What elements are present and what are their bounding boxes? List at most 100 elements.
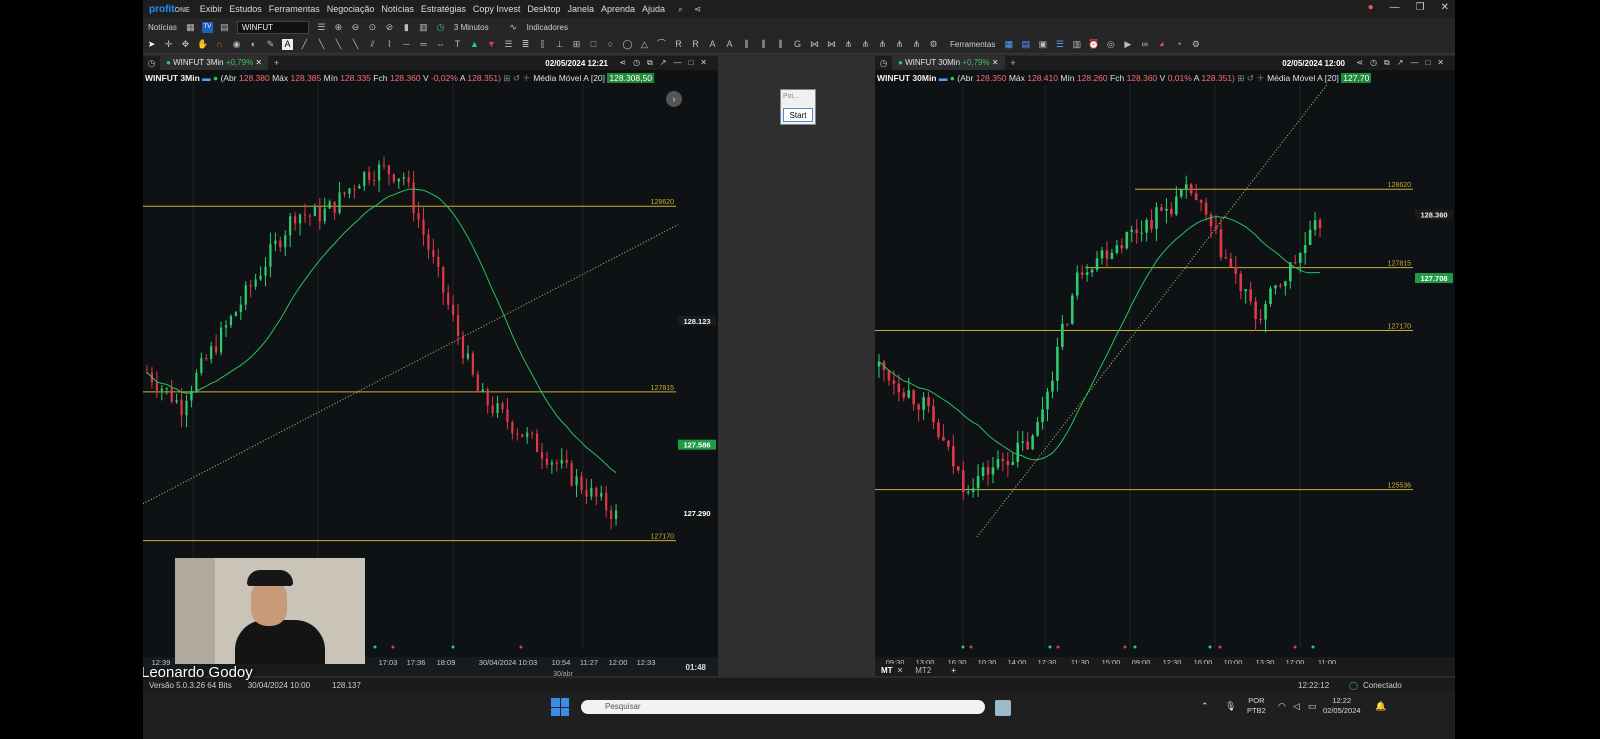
start-button[interactable]: Start xyxy=(783,108,813,122)
add-workspace-icon[interactable]: + xyxy=(951,666,956,675)
gann-icon[interactable]: ⋈ xyxy=(809,39,820,50)
taskbar-app-icon[interactable] xyxy=(995,700,1011,716)
arrow-up-icon[interactable]: ▲ xyxy=(469,39,480,50)
user-avatar-icon[interactable]: ● xyxy=(1368,2,1374,13)
measure-icon[interactable]: ⊥ xyxy=(554,39,565,50)
taskbar-search[interactable]: Pesquisar xyxy=(581,700,985,714)
tool-chart-icon[interactable]: ▥ xyxy=(1071,39,1082,50)
path-icon[interactable]: ⌒ xyxy=(656,39,667,50)
layout-icon[interactable]: ▥ xyxy=(418,22,429,33)
menu-aprenda[interactable]: Aprenda xyxy=(601,4,635,14)
tool-glasses-icon[interactable]: ∞ xyxy=(1139,39,1150,50)
crosshair-icon[interactable]: ✛ xyxy=(163,39,174,50)
tool-target-icon[interactable]: ◎ xyxy=(1105,39,1116,50)
cursor-icon[interactable]: ➤ xyxy=(146,39,157,50)
system-clock[interactable]: 12:22 02/05/2024 xyxy=(1323,696,1361,716)
tool-pie2-icon[interactable]: ◔ xyxy=(1173,39,1184,50)
rect-icon[interactable]: □ xyxy=(588,39,599,50)
menu-janela[interactable]: Janela xyxy=(567,4,594,14)
indicators-button[interactable]: Indicadores xyxy=(527,23,568,32)
calculator-icon[interactable]: ▦ xyxy=(185,22,196,33)
pitchfork3-icon[interactable]: ⋔ xyxy=(877,39,888,50)
battery-icon[interactable]: ▭ xyxy=(1308,701,1317,712)
pitchfork4-icon[interactable]: ⋔ xyxy=(894,39,905,50)
magnet-icon[interactable]: ∩ xyxy=(214,39,225,50)
clock-icon[interactable]: ◷ xyxy=(435,22,446,33)
right-clock-icon[interactable]: ◷ xyxy=(878,58,889,69)
bars3-icon[interactable]: ⫼ xyxy=(775,39,786,50)
language-indicator[interactable]: POR PTB2 xyxy=(1247,696,1266,716)
close-icon[interactable]: ✕ xyxy=(1441,2,1449,13)
indicator-icon[interactable]: ∿ xyxy=(508,22,519,33)
minimize-icon[interactable]: — xyxy=(1390,2,1400,13)
search-icon[interactable]: ⌕ xyxy=(675,4,686,15)
menu-desktop[interactable]: Desktop xyxy=(527,4,560,14)
menu-estudos[interactable]: Estudos xyxy=(229,4,262,14)
wifi-icon[interactable]: ◠ xyxy=(1278,701,1286,712)
zoom-fit-icon[interactable]: ⊙ xyxy=(367,22,378,33)
menu-ajuda[interactable]: Ajuda xyxy=(642,4,665,14)
text-tool-icon[interactable]: T xyxy=(452,39,463,50)
news-button[interactable]: Notícias xyxy=(148,23,177,32)
mic-icon[interactable]: 🎙 xyxy=(1225,701,1236,712)
fib-time-icon[interactable]: ⫿ xyxy=(537,39,548,50)
left-panel-controls[interactable]: ⋖◷⧉↗—□✕ xyxy=(619,58,714,68)
pitchfork2-icon[interactable]: ⋔ xyxy=(860,39,871,50)
left-clock-icon[interactable]: ◷ xyxy=(146,58,157,69)
zoom-in-icon[interactable]: ⊕ xyxy=(333,22,344,33)
tool-pie-icon[interactable]: ◕ xyxy=(1156,39,1167,50)
box-icon[interactable]: ⊞ xyxy=(571,39,582,50)
tool-play-icon[interactable]: ▶ xyxy=(1122,39,1133,50)
channel-icon[interactable]: ⫽ xyxy=(367,39,378,50)
menu-negociacao[interactable]: Negociação xyxy=(327,4,375,14)
right-candle-chart[interactable]: 129.500129.000128.500128.000127.500127.0… xyxy=(875,84,1455,676)
pencil-icon[interactable]: ✎ xyxy=(265,39,276,50)
notification-icon[interactable]: 🔔 xyxy=(1375,701,1386,712)
menu-noticias[interactable]: Notícias xyxy=(381,4,414,14)
letter-a-icon[interactable]: A xyxy=(707,39,718,50)
eye-icon[interactable]: ◉ xyxy=(231,39,242,50)
windows-start-icon[interactable] xyxy=(551,698,569,716)
bars-icon[interactable]: ⫼ xyxy=(741,39,752,50)
left-chart-tab[interactable]: ● WINFUT 3Min +0,79% ✕ xyxy=(160,56,269,70)
scroll-right-icon[interactable]: › xyxy=(666,91,682,107)
brush-icon[interactable]: ╱ xyxy=(299,39,310,50)
menu-exibir[interactable]: Exibir xyxy=(200,4,223,14)
letter-g-icon[interactable]: G xyxy=(792,39,803,50)
volume-icon[interactable]: ◁ xyxy=(1293,701,1300,712)
gann2-icon[interactable]: ⋈ xyxy=(826,39,837,50)
right-add-tab-icon[interactable]: + xyxy=(1008,58,1019,69)
menu-estrategias[interactable]: Estratégias xyxy=(421,4,466,14)
tool-list-icon[interactable]: ☰ xyxy=(1054,39,1065,50)
left-add-tab-icon[interactable]: + xyxy=(271,58,282,69)
pitchfork-icon[interactable]: ⋔ xyxy=(843,39,854,50)
bar-chart-icon[interactable]: ▮ xyxy=(401,22,412,33)
menu-copy-invest[interactable]: Copy Invest xyxy=(473,4,521,14)
maximize-icon[interactable]: ❐ xyxy=(1416,2,1425,13)
zoom-out-icon[interactable]: ⊖ xyxy=(350,22,361,33)
tool-window-icon[interactable]: ▣ xyxy=(1037,39,1048,50)
timeframe-selector[interactable]: 3 Minutos xyxy=(454,23,489,32)
tv-icon[interactable]: TV xyxy=(201,21,213,33)
letter-r-icon[interactable]: R xyxy=(673,39,684,50)
fibonacci-icon[interactable]: ☰ xyxy=(503,39,514,50)
line-icon[interactable]: ╲ xyxy=(316,39,327,50)
tool-grid-icon[interactable]: ▦ xyxy=(1003,39,1014,50)
asset-selector[interactable]: WINFUT xyxy=(236,20,309,34)
hray-icon[interactable]: ═ xyxy=(418,39,429,50)
pitchfork5-icon[interactable]: ⋔ xyxy=(911,39,922,50)
tab-mt2[interactable]: MT2 xyxy=(915,666,931,675)
ray-icon[interactable]: ╲ xyxy=(333,39,344,50)
tray-chevron-icon[interactable]: ⌃ xyxy=(1201,701,1209,712)
palette-icon[interactable]: ◐ xyxy=(248,39,259,50)
range-icon[interactable]: ⇔ xyxy=(435,39,446,50)
letter-r2-icon[interactable]: R xyxy=(690,39,701,50)
list-icon[interactable]: ☰ xyxy=(316,22,327,33)
tool-book-icon[interactable]: ▤ xyxy=(1020,39,1031,50)
right-chart-tab[interactable]: ● WINFUT 30Min +0,79% ✕ xyxy=(892,56,1005,70)
letter-a2-icon[interactable]: A xyxy=(724,39,735,50)
trendline-icon[interactable]: ╲ xyxy=(350,39,361,50)
tool-alarm-icon[interactable]: ⏰ xyxy=(1088,39,1099,50)
move-icon[interactable]: ✥ xyxy=(180,39,191,50)
zigzag-icon[interactable]: ⌇ xyxy=(384,39,395,50)
